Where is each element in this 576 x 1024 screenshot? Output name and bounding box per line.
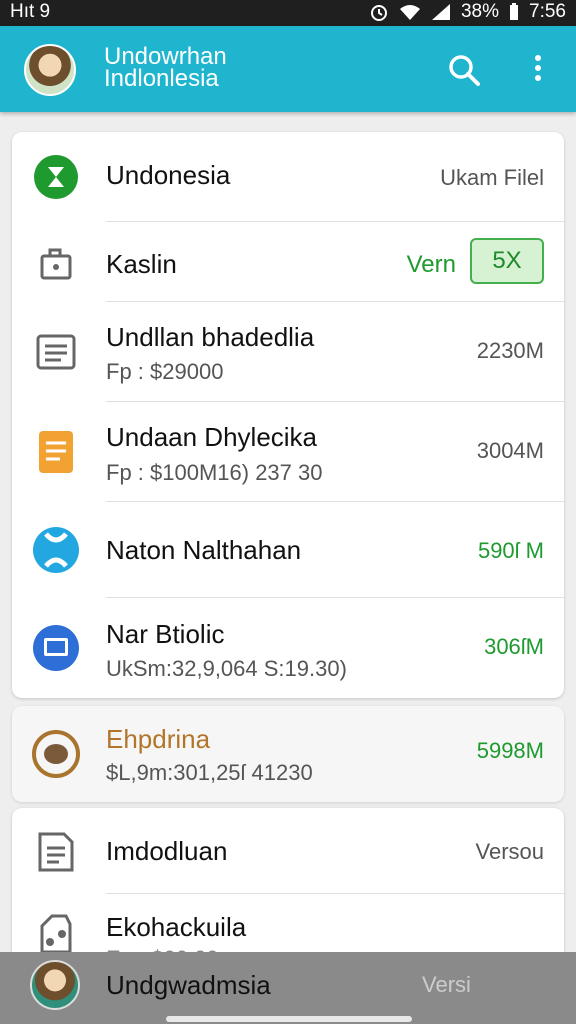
list-item-title: Kaslin (106, 249, 177, 279)
status-right: 38% 7:56 (369, 1, 566, 23)
puzzle-icon (32, 526, 80, 574)
bottom-bar: Undgwadmsia Versi (0, 952, 576, 1024)
list-item[interactable]: Undonesia Ukam Filel (12, 132, 564, 222)
app-bar: Undowrhan Indlonlesia (0, 26, 576, 112)
search-icon[interactable] (446, 52, 482, 93)
status-bar: Hıt 9 38% 7:56 (0, 0, 576, 26)
avatar[interactable] (24, 44, 76, 96)
lock-icon (32, 238, 80, 286)
signal-icon (431, 3, 451, 21)
clock-time: 7:56 (529, 1, 566, 22)
alarm-icon (369, 2, 389, 22)
list-item-subtitle: Fp : $29000 (106, 359, 224, 384)
list-item-title: Ehpdrina (106, 724, 211, 754)
avatar[interactable] (30, 960, 80, 1010)
bottom-bar-name[interactable]: Undgwadmsia (106, 970, 271, 1001)
app-title: Undowrhan Indlonlesia (104, 45, 227, 92)
list-item[interactable]: Undaan Dhylecika Fp : $100M16) 237 30 30… (12, 402, 564, 502)
coin-icon (32, 730, 80, 778)
list-item-right: 590ſ M (477, 538, 544, 563)
list-item[interactable]: Imdodluan Versou (12, 808, 564, 894)
list-item-right: Versou (475, 839, 545, 864)
document-icon (32, 328, 80, 376)
hourglass-icon (32, 153, 80, 201)
list-item-subtitle: $L,9m:301,25ſ 41230 (106, 760, 313, 785)
list-item-subtitle: UkSm:32,9,064 S:19.30) (106, 656, 347, 681)
document-icon (32, 828, 80, 876)
battery-percent: 38% (460, 1, 500, 22)
list-item[interactable]: Kaslin Vern 5X (12, 222, 564, 302)
monitor-icon (32, 624, 80, 672)
app-title-line2: Indlonlesia (104, 65, 219, 92)
list-item-title: Undaan Dhylecika (106, 422, 318, 452)
list-card-2: Imdodluan Versou Ekohackuila Ep : $00 00 (12, 808, 564, 968)
list-item-title: Imdodluan (106, 836, 228, 866)
list-item[interactable]: Undllan bhadedlia Fp : $29000 2230M (12, 302, 564, 402)
list-item-title: Undonesia (106, 160, 231, 190)
bottom-bar-version: Versi (422, 972, 471, 997)
list-item-title: Nar Btiolic (106, 619, 225, 649)
list-item[interactable]: Naton Nalthahan 590ſ M (12, 502, 564, 598)
list-item[interactable]: Nar Btiolic UkSm:32,9,064 S:19.30) 306ſM (12, 598, 564, 698)
list-item-right: 5998M (476, 738, 544, 763)
battery-icon (509, 3, 519, 21)
more-vert-icon[interactable] (526, 48, 550, 93)
list-item-title: Ekohackuila (106, 912, 247, 942)
highlight-list-item[interactable]: Ehpdrina $L,9m:301,25ſ 41230 5998M (12, 706, 564, 802)
status-badge[interactable]: 5X (470, 238, 544, 284)
list-item-right: 3004M (476, 438, 544, 463)
list-item-right: 306ſM (484, 634, 544, 659)
list-item-subtitle: Fp : $100M16) 237 30 (106, 460, 323, 485)
wifi-icon (399, 3, 421, 21)
list-item-title: Undllan bhadedlia (106, 322, 315, 352)
gesture-handle[interactable] (166, 1016, 412, 1022)
list-card-1: Undonesia Ukam Filel Kaslin Vern 5X Undl… (12, 132, 564, 698)
status-left-text: Hıt 9 (10, 1, 51, 22)
version-label: Vern (406, 251, 456, 278)
tools-icon (32, 910, 80, 958)
document-orange-icon (32, 428, 80, 476)
list-item-title: Naton Nalthahan (106, 535, 302, 565)
list-item-right: Ukam Filel (440, 165, 544, 190)
list-item-right: 2230M (476, 338, 544, 363)
